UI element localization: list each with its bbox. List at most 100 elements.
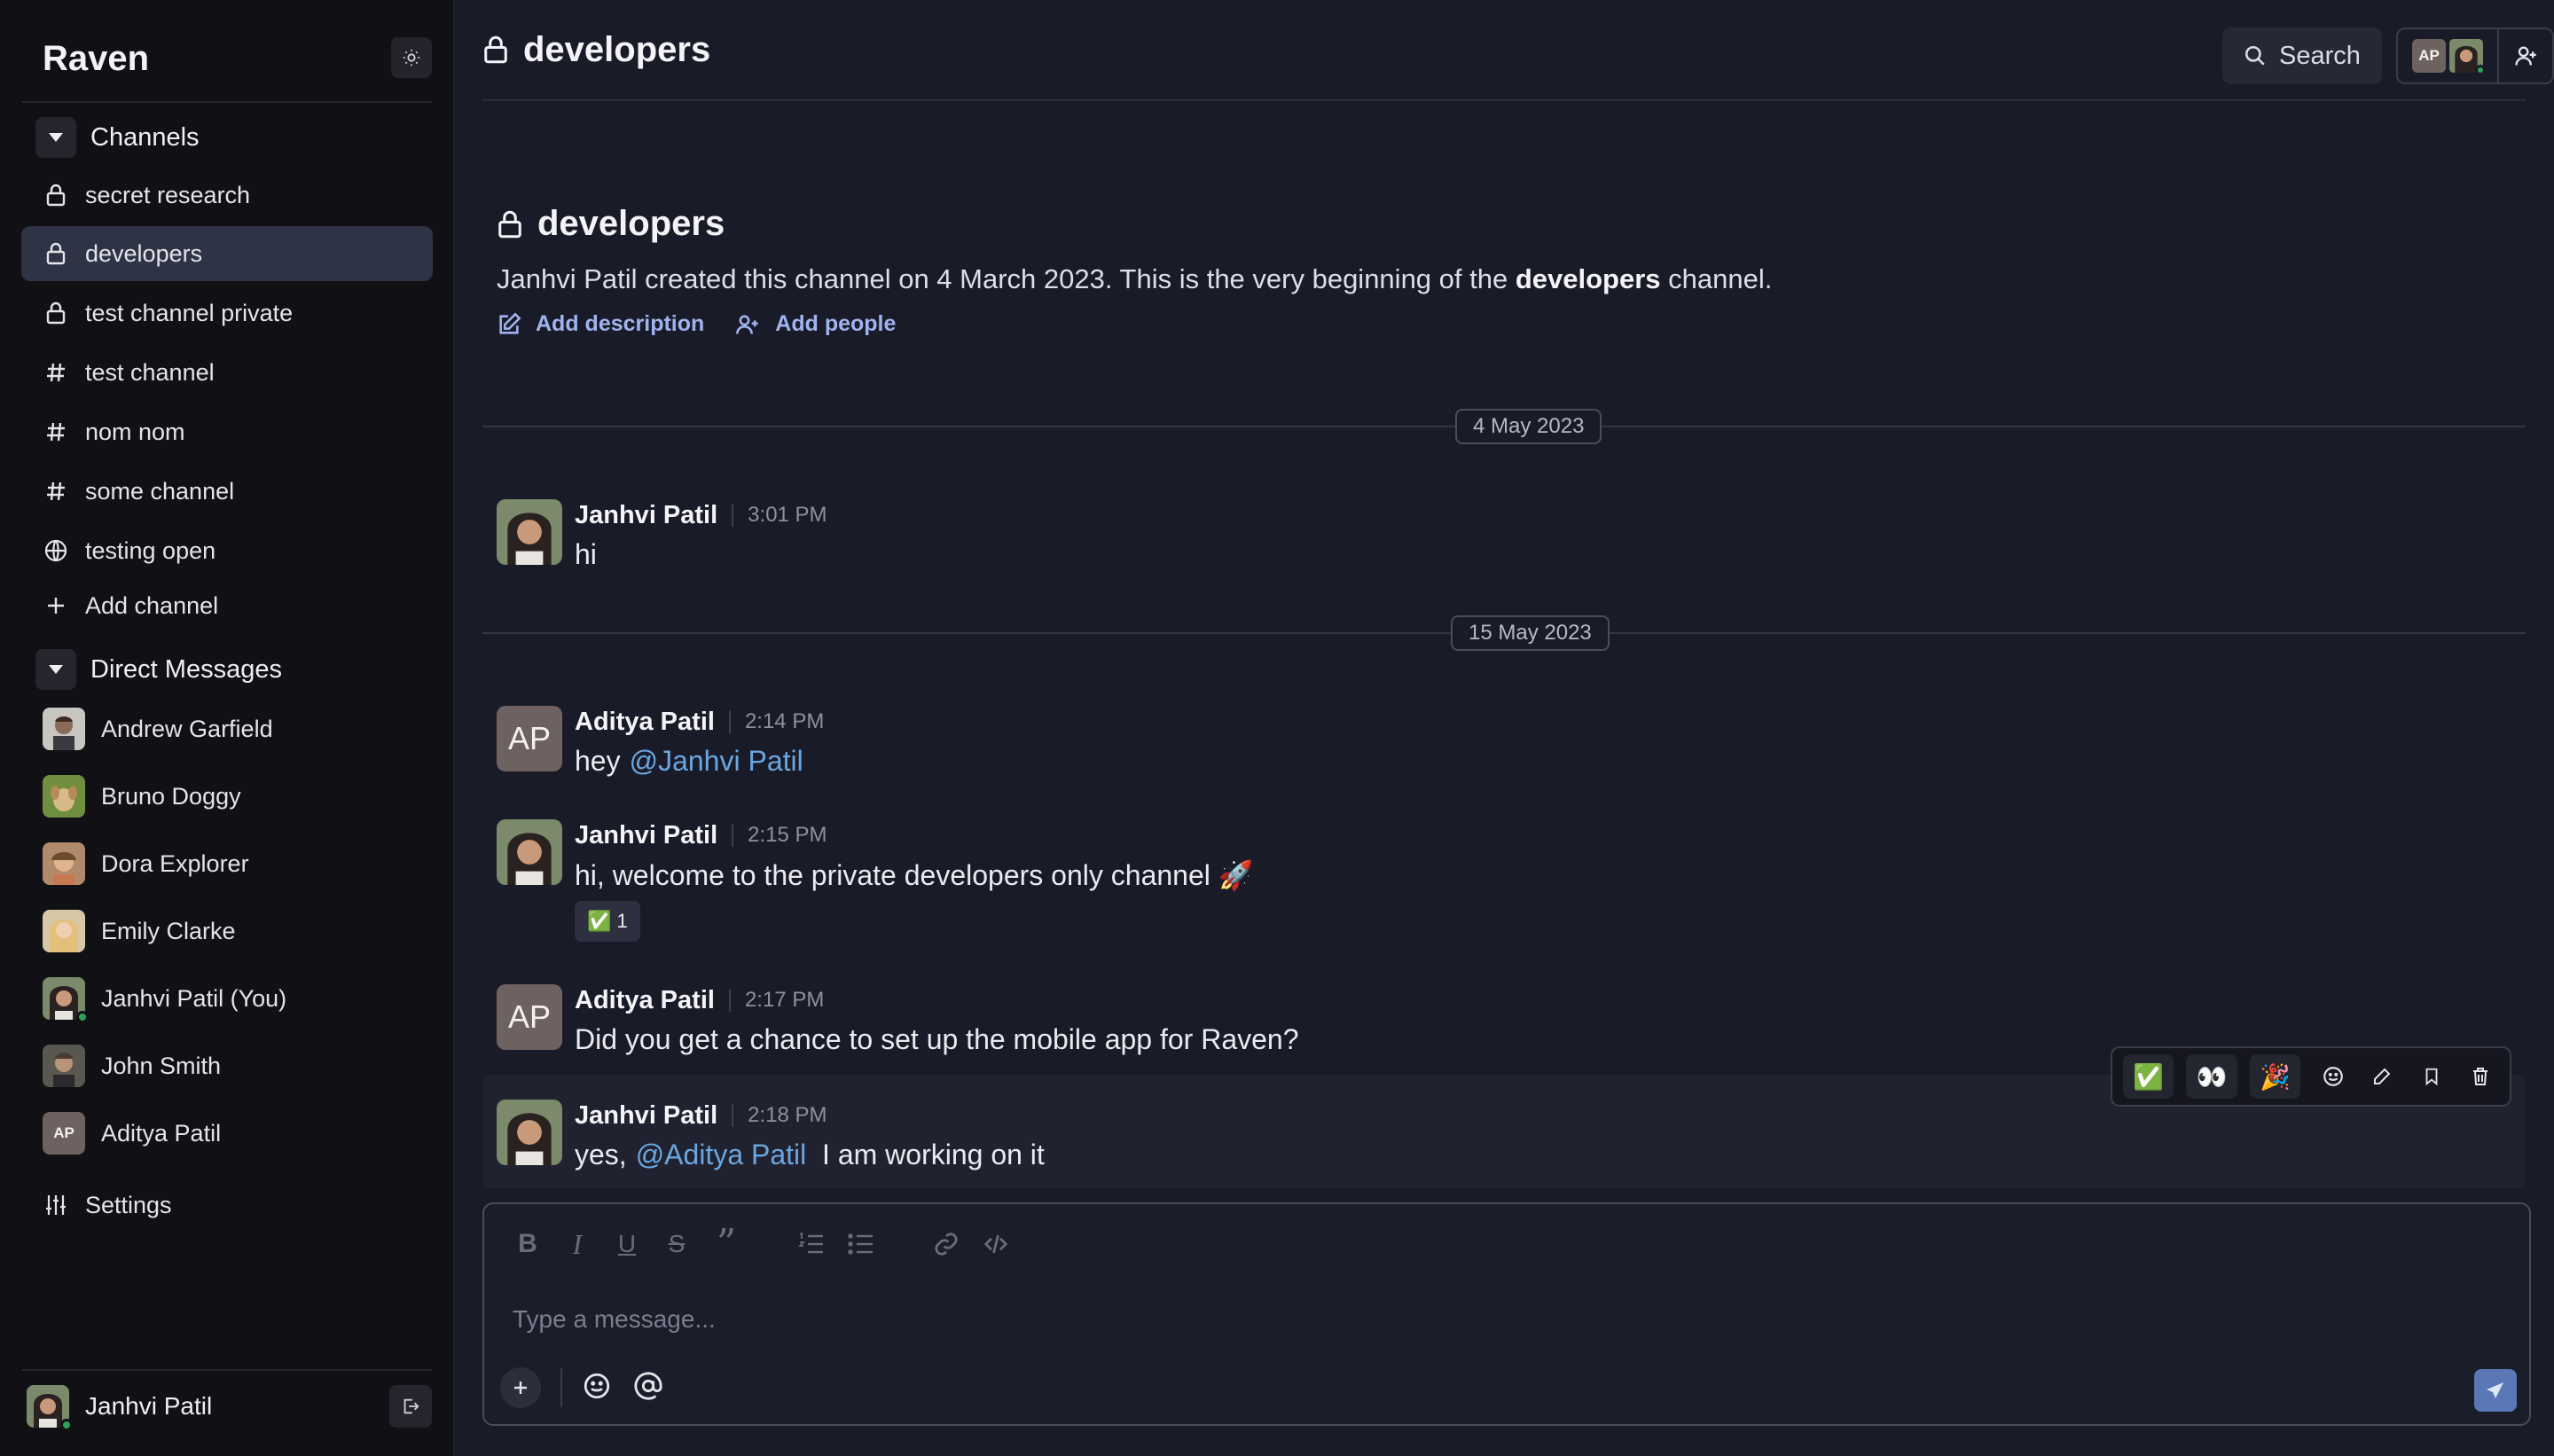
- avatar[interactable]: [497, 819, 562, 885]
- search-button[interactable]: Search: [2222, 27, 2382, 84]
- message-author[interactable]: Janhvi Patil: [575, 501, 717, 530]
- underline-icon[interactable]: U: [610, 1227, 644, 1261]
- sidebar: Raven Channels secret research developer…: [0, 0, 454, 1456]
- mention-button[interactable]: [633, 1371, 663, 1405]
- sidebar-divider: [21, 101, 432, 103]
- sidebar-item-secret-research[interactable]: secret research: [21, 168, 433, 223]
- dm-item-john-smith[interactable]: John Smith: [21, 1037, 433, 1094]
- sidebar-item-developers[interactable]: developers: [21, 226, 433, 281]
- meta-divider: [728, 989, 731, 1012]
- strikethrough-icon[interactable]: S: [660, 1227, 693, 1261]
- user-mention[interactable]: @Janhvi Patil: [630, 745, 803, 777]
- italic-icon[interactable]: I: [560, 1227, 594, 1261]
- sidebar-item-testing-open[interactable]: testing open: [21, 523, 433, 578]
- plus-icon: [514, 1382, 527, 1394]
- quote-icon[interactable]: ”: [709, 1225, 743, 1264]
- attach-file-button[interactable]: [500, 1367, 541, 1408]
- dm-section-toggle[interactable]: Direct Messages: [35, 647, 282, 692]
- message-author[interactable]: Aditya Patil: [575, 708, 715, 737]
- emoji-picker-button[interactable]: [582, 1371, 612, 1405]
- add-description-label: Add description: [536, 311, 705, 336]
- avatar: [43, 1045, 85, 1087]
- message-meta: Aditya Patil 2:14 PM: [575, 706, 824, 738]
- message-time: 2:15 PM: [748, 823, 827, 847]
- message-author[interactable]: Aditya Patil: [575, 986, 715, 1015]
- avatar[interactable]: [497, 499, 562, 565]
- pencil-icon: [2374, 1068, 2391, 1084]
- hash-icon: [43, 359, 69, 386]
- logout-icon: [403, 1398, 419, 1414]
- message-author[interactable]: Janhvi Patil: [575, 821, 717, 850]
- chevron-down-icon: [35, 117, 76, 158]
- channels-section-toggle[interactable]: Channels: [35, 115, 200, 160]
- message-author[interactable]: Janhvi Patil: [575, 1101, 717, 1131]
- message: AP Aditya Patil 2:17 PM Did you get a ch…: [497, 984, 2519, 1055]
- intro-title: developers: [497, 204, 1772, 244]
- avatar: [2449, 39, 2486, 75]
- reaction-chip[interactable]: ✅ 1: [575, 901, 640, 942]
- sidebar-item-test-channel-private[interactable]: test channel private: [21, 286, 433, 341]
- avatar[interactable]: [497, 1100, 562, 1165]
- message: Janhvi Patil 2:15 PM hi, welcome to the …: [497, 819, 2519, 943]
- user-mention[interactable]: @Aditya Patil: [636, 1139, 807, 1170]
- logout-button[interactable]: [389, 1385, 432, 1428]
- hash-icon: [43, 478, 69, 505]
- sidebar-item-label: some channel: [85, 477, 235, 505]
- date-pill: 15 May 2023: [1451, 615, 1610, 651]
- bullet-list-icon[interactable]: [844, 1227, 878, 1261]
- bold-icon[interactable]: B: [511, 1227, 544, 1261]
- sidebar-item-nom-nom[interactable]: nom nom: [21, 404, 433, 459]
- intro-desc-channel: developers: [1515, 263, 1661, 294]
- link-icon[interactable]: [929, 1227, 963, 1261]
- sidebar-item-test-channel[interactable]: test channel: [21, 345, 433, 400]
- send-button[interactable]: [2474, 1369, 2517, 1412]
- dm-item-label: Andrew Garfield: [101, 715, 273, 742]
- sidebar-item-label: nom nom: [85, 418, 185, 445]
- search-icon: [2245, 45, 2265, 66]
- sliders-icon: [43, 1192, 69, 1218]
- avatar: [43, 977, 89, 1023]
- sidebar-item-label: test channel private: [85, 299, 294, 326]
- at-sign-icon: [634, 1371, 662, 1400]
- ordered-list-icon[interactable]: [795, 1227, 828, 1261]
- quick-react-eyes-button[interactable]: 👀: [2186, 1054, 2237, 1099]
- dm-item-andrew-garfield[interactable]: Andrew Garfield: [21, 701, 433, 757]
- sidebar-item-label: testing open: [85, 536, 216, 564]
- add-reaction-button[interactable]: [2313, 1054, 2353, 1099]
- sidebar-item-some-channel[interactable]: some channel: [21, 464, 433, 519]
- add-people-button[interactable]: Add people: [734, 311, 896, 337]
- online-status-dot: [76, 1011, 89, 1023]
- delete-message-button[interactable]: [2461, 1054, 2501, 1099]
- avatar[interactable]: AP: [497, 984, 562, 1050]
- dm-item-emily-clarke[interactable]: Emily Clarke: [21, 903, 433, 959]
- dm-item-bruno-doggy[interactable]: Bruno Doggy: [21, 768, 433, 825]
- dm-item-dora-explorer[interactable]: Dora Explorer: [21, 835, 433, 892]
- settings-button[interactable]: Settings: [21, 1178, 433, 1233]
- members-group: AP: [2396, 27, 2554, 84]
- add-channel-button[interactable]: Add channel: [21, 578, 433, 633]
- avatar[interactable]: AP: [497, 706, 562, 771]
- add-member-button[interactable]: [2499, 43, 2552, 68]
- message-text: yes, @Aditya Patil I am working on it: [575, 1139, 1045, 1171]
- intro-title-text: developers: [537, 204, 725, 243]
- code-icon[interactable]: [979, 1227, 1013, 1261]
- edit-message-button[interactable]: [2362, 1054, 2402, 1099]
- edit-icon: [499, 312, 521, 334]
- quick-react-check-button[interactable]: ✅: [2123, 1054, 2174, 1099]
- message: Janhvi Patil 3:01 PM hi: [497, 499, 2519, 570]
- member-avatars-button[interactable]: AP: [2398, 29, 2499, 82]
- quick-react-party-button[interactable]: 🎉: [2249, 1054, 2301, 1099]
- lock-icon: [498, 210, 521, 238]
- message-time: 2:14 PM: [744, 709, 825, 733]
- message-input[interactable]: Type a message...: [513, 1305, 716, 1334]
- theme-toggle-button[interactable]: [391, 37, 432, 78]
- save-message-button[interactable]: [2411, 1054, 2451, 1099]
- hash-icon: [43, 419, 69, 445]
- message-text-part: yes,: [575, 1139, 627, 1170]
- dm-item-label: Bruno Doggy: [101, 782, 241, 810]
- dm-item-aditya-patil[interactable]: AP Aditya Patil: [21, 1105, 433, 1162]
- dm-item-janhvi-patil[interactable]: Janhvi Patil (You): [21, 970, 433, 1027]
- add-description-button[interactable]: Add description: [497, 311, 704, 337]
- dm-item-label: John Smith: [101, 1052, 222, 1079]
- sidebar-item-label: test channel: [85, 358, 215, 386]
